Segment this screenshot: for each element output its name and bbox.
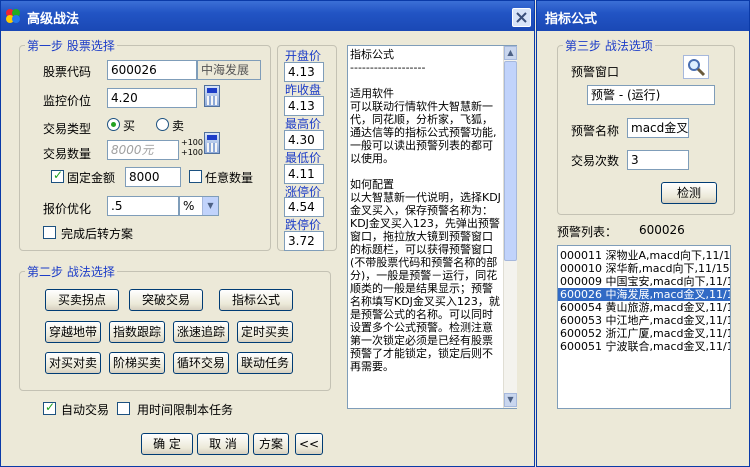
alert-list-item[interactable]: 000011 深物业A,macd向下,11/15 <box>558 249 730 262</box>
after-done-label: 完成后转方案 <box>61 227 134 241</box>
main-window: 高级战法 第一步 股票选择 股票代码 600026 中海发展 监控价位 4.20… <box>0 0 535 467</box>
low-price-field: 4.11 <box>284 164 324 184</box>
sell-radio-label: 卖 <box>172 119 185 133</box>
calculator-icon[interactable] <box>204 85 220 107</box>
notes-scrollbar[interactable]: ▲ ▼ <box>503 46 517 408</box>
price-opt-unit: % <box>183 199 195 213</box>
calculator-icon-2[interactable] <box>204 132 220 154</box>
strategy-button-speed-track[interactable]: 涨速追踪 <box>173 321 229 343</box>
notes-text: 指标公式 ------------------- 适用软件 可以联动行情软件大智… <box>350 48 501 373</box>
auto-trade-label: 自动交易 <box>61 403 110 417</box>
high-price-field: 4.30 <box>284 130 324 150</box>
buy-radio[interactable] <box>107 118 120 131</box>
fixed-amount-checkbox[interactable] <box>51 168 64 183</box>
strategy-button-linked-task[interactable]: 联动任务 <box>237 352 293 374</box>
prev-close-field: 4.13 <box>284 96 324 116</box>
strategy-button-breakout[interactable]: 突破交易 <box>129 289 203 311</box>
monitor-price-label: 监控价位 <box>43 94 92 108</box>
trade-qty-input[interactable]: 8000元 <box>107 140 179 160</box>
cancel-button[interactable]: 取 消 <box>197 433 249 455</box>
plan-button[interactable]: 方案 <box>253 433 289 455</box>
ok-button[interactable]: 确 定 <box>141 433 193 455</box>
alert-name-label: 预警名称 <box>571 124 620 138</box>
alert-window-field[interactable]: 预警 - (运行) <box>587 85 715 105</box>
step3-title: 第三步 战法选项 <box>563 37 655 54</box>
notes-panel[interactable]: 指标公式 ------------------- 适用软件 可以联动行情软件大智… <box>347 45 517 409</box>
scroll-down-arrow-icon[interactable]: ▼ <box>504 393 517 407</box>
alert-list[interactable]: 000011 深物业A,macd向下,11/15 000010 深华新,macd… <box>557 245 731 409</box>
monitor-price-input[interactable]: 4.20 <box>107 88 197 108</box>
buy-radio-label: 买 <box>123 119 136 133</box>
strategy-button-cross-zone[interactable]: 穿越地带 <box>45 321 101 343</box>
strategy-button-pair-trade[interactable]: 对买对卖 <box>45 352 101 374</box>
auto-trade-checkbox[interactable] <box>43 400 56 415</box>
indicator-window: 指标公式 第三步 战法选项 预警窗口 预警 - (运行) 预警名称 macd金叉… <box>536 0 750 467</box>
stock-name-field: 中海发展 <box>197 60 261 80</box>
alert-list-item[interactable]: 000010 深华新,macd向下,11/15 1 <box>558 262 730 275</box>
collapse-button[interactable]: << <box>295 433 323 455</box>
fixed-amount-label: 固定金额 <box>67 171 116 185</box>
scroll-thumb[interactable] <box>504 61 517 261</box>
plus100-top[interactable]: +100 <box>181 138 203 147</box>
indicator-titlebar: 指标公式 <box>537 1 749 31</box>
price-opt-input[interactable]: .5 <box>107 196 179 216</box>
alert-list-item[interactable]: 600052 浙江广厦,macd金叉,11/15 <box>558 327 730 340</box>
time-limit-label: 用时间限制本任务 <box>137 403 234 417</box>
magnifier-icon <box>688 59 706 77</box>
alert-list-code: 600026 <box>639 223 685 237</box>
detect-button[interactable]: 检测 <box>661 182 717 204</box>
open-price-field: 4.13 <box>284 62 324 82</box>
magnifier-button[interactable] <box>683 55 709 79</box>
trade-type-label: 交易类型 <box>43 122 92 136</box>
step2-title: 第二步 战法选择 <box>25 263 117 280</box>
step1-title: 第一步 股票选择 <box>25 37 117 54</box>
sell-radio[interactable] <box>156 118 169 131</box>
scroll-up-arrow-icon[interactable]: ▲ <box>504 46 517 60</box>
close-button[interactable] <box>512 8 531 27</box>
trade-qty-label: 交易数量 <box>43 147 92 161</box>
strategy-button-loop-trade[interactable]: 循环交易 <box>173 352 229 374</box>
chevron-down-icon: ▼ <box>202 197 218 215</box>
alert-list-item[interactable]: 600054 黄山旅游,macd金叉,11/15 <box>558 301 730 314</box>
stock-code-input[interactable]: 600026 <box>107 60 197 80</box>
strategy-button-index-track[interactable]: 指数跟踪 <box>109 321 165 343</box>
fixed-amount-input[interactable]: 8000 <box>125 167 181 187</box>
plus100-bottom[interactable]: +100 <box>181 148 203 157</box>
alert-list-label: 预警列表： <box>557 225 618 239</box>
limit-up-field: 4.54 <box>284 197 324 217</box>
alert-list-item[interactable]: 000009 中国宝安,macd向下,11/15 <box>558 275 730 288</box>
any-qty-checkbox[interactable] <box>189 170 202 183</box>
strategy-button-indicator[interactable]: 指标公式 <box>219 289 293 311</box>
stock-code-label: 股票代码 <box>43 65 92 79</box>
alert-list-item[interactable]: 600053 中江地产,macd金叉,11/15 <box>558 314 730 327</box>
alert-name-input[interactable]: macd金叉 <box>627 118 689 138</box>
alert-list-item-selected[interactable]: 600026 中海发展,macd金叉,11/15 <box>558 288 730 301</box>
main-window-title: 高级战法 <box>27 12 80 27</box>
close-x-icon <box>516 12 527 23</box>
trade-count-label: 交易次数 <box>571 154 620 168</box>
strategy-button-ladder-trade[interactable]: 阶梯买卖 <box>109 352 165 374</box>
time-limit-checkbox[interactable] <box>117 402 130 415</box>
after-done-checkbox[interactable] <box>43 226 56 239</box>
any-qty-label: 任意数量 <box>205 171 254 185</box>
alert-window-label: 预警窗口 <box>571 65 620 79</box>
alert-list-item[interactable]: 600051 宁波联合,macd金叉,11/15 <box>558 340 730 353</box>
app-logo-icon <box>5 8 21 24</box>
trade-count-input[interactable]: 3 <box>627 150 689 170</box>
strategy-button-turning-point[interactable]: 买卖拐点 <box>45 289 119 311</box>
strategy-button-timed-trade[interactable]: 定时买卖 <box>237 321 293 343</box>
main-titlebar: 高级战法 <box>1 1 534 31</box>
limit-down-field: 3.72 <box>284 231 324 251</box>
price-opt-label: 报价优化 <box>43 202 92 216</box>
price-opt-unit-select[interactable]: % ▼ <box>179 196 219 216</box>
indicator-window-title: 指标公式 <box>545 12 598 27</box>
